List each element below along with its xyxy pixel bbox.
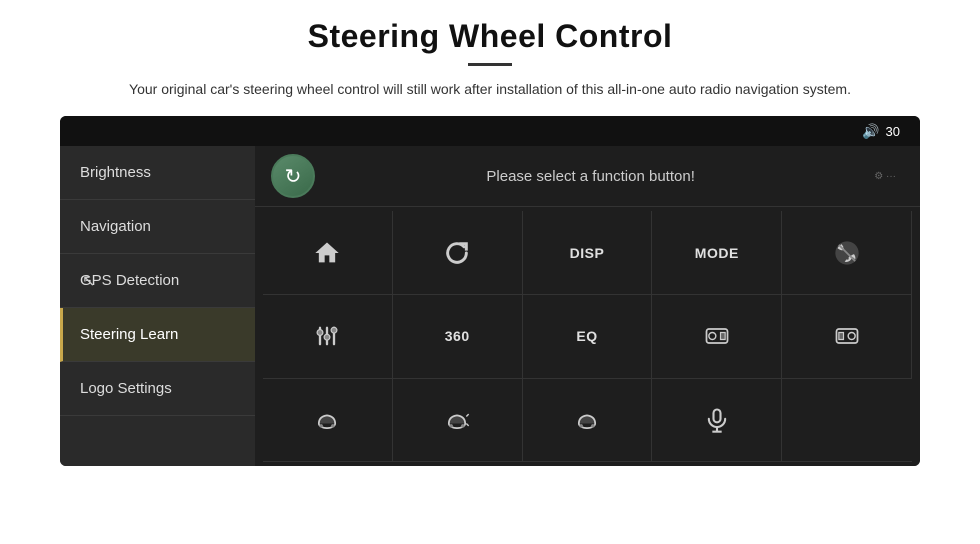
function-top: ↻ Please select a function button! ⚙ ··· (255, 146, 920, 207)
title-divider (468, 63, 512, 66)
function-prompt: Please select a function button! (331, 168, 850, 185)
eq-label: EQ (576, 328, 597, 344)
mode-label: MODE (695, 245, 739, 261)
grid-cell-disp[interactable]: DISP (523, 211, 653, 295)
disp-label: DISP (570, 245, 605, 261)
grid-cell-car-top-1[interactable] (263, 379, 393, 463)
grid-cell-eq[interactable]: EQ (523, 295, 653, 379)
top-right-dots: ⚙ ··· (866, 171, 904, 182)
page-title: Steering Wheel Control (308, 18, 673, 55)
device-frame: 🔊 30 Brightness Navigation ↖ GPS Detecti… (60, 116, 920, 466)
sidebar-item-navigation[interactable]: Navigation (60, 200, 255, 254)
grid-cell-car-cam-1[interactable] (652, 295, 782, 379)
volume-area: 🔊 30 (862, 123, 900, 140)
main-content: Brightness Navigation ↖ GPS Detection St… (60, 146, 920, 466)
sidebar-item-gps[interactable]: ↖ GPS Detection (60, 254, 255, 308)
grid-cell-tune[interactable] (263, 295, 393, 379)
grid-cell-empty (782, 379, 912, 463)
refresh-button[interactable]: ↻ (271, 154, 315, 198)
page-subtitle: Your original car's steering wheel contr… (129, 78, 851, 100)
grid-cell-car-top-3[interactable] (523, 379, 653, 463)
speaker-icon: 🔊 (862, 123, 879, 140)
sidebar-item-steering-learn[interactable]: Steering Learn (60, 308, 255, 362)
grid-cell-mode[interactable]: MODE (652, 211, 782, 295)
right-panel: ↻ Please select a function button! ⚙ ··· (255, 146, 920, 466)
volume-value: 30 (886, 124, 900, 139)
grid-cell-home[interactable] (263, 211, 393, 295)
grid-cell-car-top-2[interactable] (393, 379, 523, 463)
grid-cell-360[interactable]: 360 (393, 295, 523, 379)
grid-cell-mic[interactable] (652, 379, 782, 463)
sidebar: Brightness Navigation ↖ GPS Detection St… (60, 146, 255, 466)
page-wrapper: Steering Wheel Control Your original car… (0, 0, 980, 544)
button-grid: DISP MODE (255, 207, 920, 466)
sidebar-item-logo[interactable]: Logo Settings (60, 362, 255, 416)
top-bar: 🔊 30 (60, 116, 920, 146)
grid-cell-car-cam-2[interactable] (782, 295, 912, 379)
grid-cell-back[interactable] (393, 211, 523, 295)
sidebar-item-brightness[interactable]: Brightness (60, 146, 255, 200)
cursor-icon: ↖ (82, 271, 95, 291)
refresh-icon: ↻ (285, 164, 302, 189)
grid-cell-phone-slash[interactable] (782, 211, 912, 295)
360-label: 360 (445, 328, 470, 344)
